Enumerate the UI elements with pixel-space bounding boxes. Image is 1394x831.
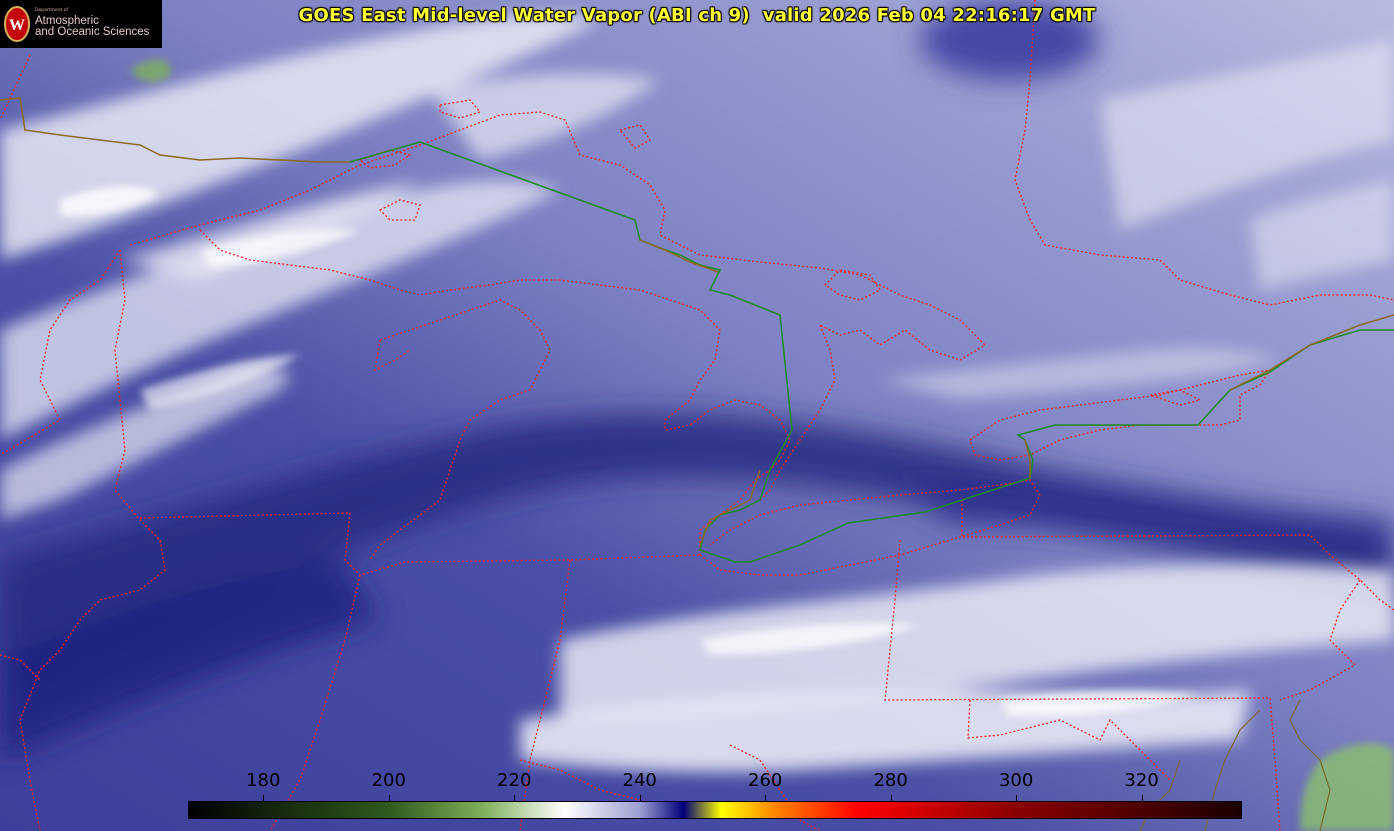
temperature-colorbar — [188, 801, 1242, 819]
colorbar-tick-label: 240 — [622, 770, 657, 791]
colorbar-tick-label: 300 — [998, 770, 1034, 791]
colorbar-tick-label: 200 — [371, 770, 406, 791]
colorbar-tick-label: 180 — [246, 770, 281, 791]
water-vapor-imagery-map — [0, 0, 1394, 831]
logo-line2-text: and Oceanic Sciences — [35, 26, 150, 39]
colorbar-tick-label: 260 — [748, 770, 783, 791]
colorbar-tick-label: 220 — [497, 770, 532, 791]
image-title: GOES East Mid-level Water Vapor (ABI ch … — [298, 5, 1096, 26]
colorbar-tick-label: 320 — [1124, 770, 1159, 791]
colorbar-tick-label: 280 — [873, 770, 908, 791]
